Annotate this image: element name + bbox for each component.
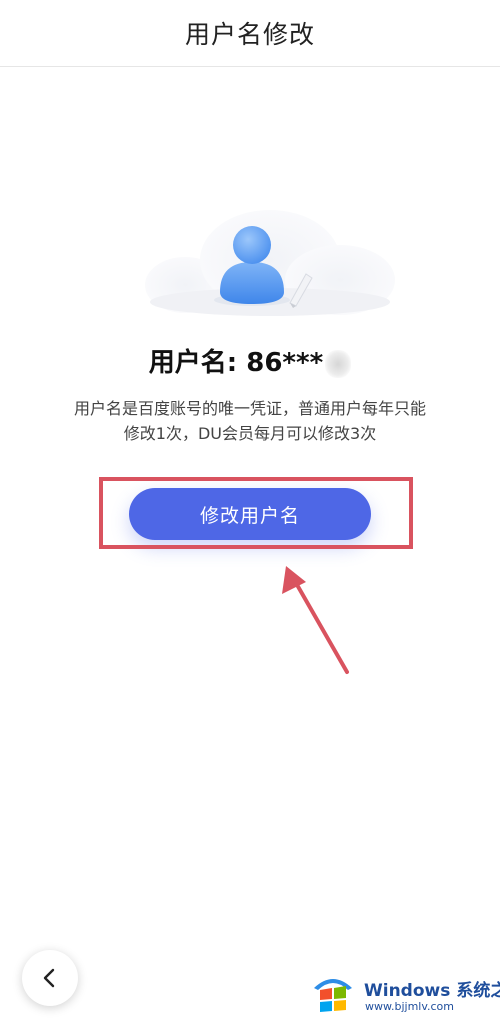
username-description: 用户名是百度账号的唯一凭证，普通用户每年只能 修改1次，DU会员每月可以修改3次	[50, 396, 450, 446]
avatar-illustration	[145, 210, 395, 316]
windows-logo-icon	[314, 979, 352, 1012]
chevron-left-icon	[43, 968, 55, 988]
page-title: 用户名修改	[184, 20, 315, 49]
description-line-1: 用户名是百度账号的唯一凭证，普通用户每年只能	[73, 399, 426, 418]
watermark-url: www.bjjmlv.com	[365, 1000, 454, 1013]
watermark-brand: Windows系统之家	[364, 976, 500, 1001]
page: 用户名修改 用户名: 86*** 用户名是百度账号的唯一凭证，普通用户每年只能 …	[0, 0, 500, 1020]
watermark-brand-cn: 系统之家	[456, 981, 500, 1001]
username-text: 用户名: 86***	[148, 348, 324, 378]
highlight-box	[99, 477, 413, 549]
header-bar: 用户名修改	[0, 0, 500, 67]
annotation-arrow	[282, 566, 349, 674]
watermark-brand-en: Windows	[364, 981, 451, 1001]
back-button[interactable]	[22, 950, 78, 1006]
watermark: Windows系统之家 www.bjjmlv.com	[310, 968, 500, 1018]
username-display: 用户名: 86***	[0, 342, 500, 379]
description-line-2: 修改1次，DU会员每月可以修改3次	[123, 424, 377, 443]
username-mask	[325, 349, 352, 378]
